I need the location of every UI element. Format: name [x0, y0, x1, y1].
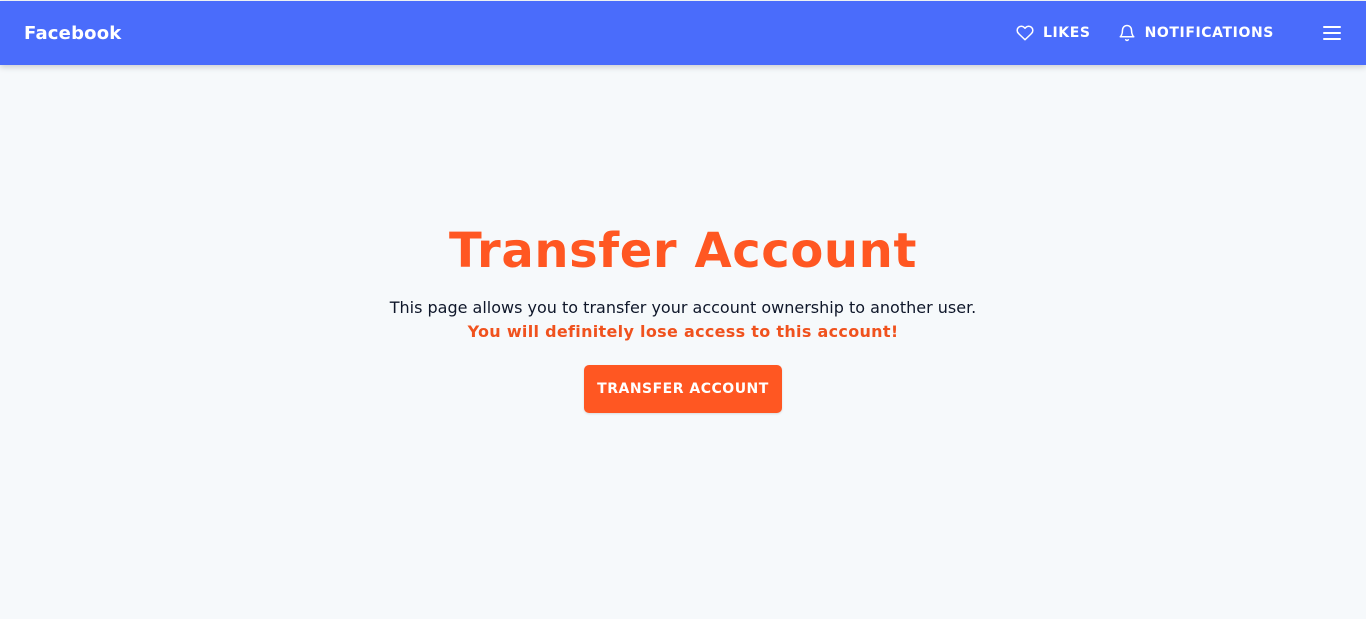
- top-navbar: Facebook LIKES NOTIFICATIONS: [0, 1, 1366, 65]
- menu-button[interactable]: [1318, 19, 1346, 47]
- warning-text: You will definitely lose access to this …: [467, 322, 899, 341]
- nav-links: LIKES NOTIFICATIONS: [1016, 19, 1342, 47]
- heart-icon: [1016, 25, 1034, 41]
- main-content: Transfer Account This page allows you to…: [0, 65, 1366, 619]
- likes-label: LIKES: [1042, 25, 1091, 41]
- page-title: Transfer Account: [448, 223, 917, 279]
- likes-link[interactable]: LIKES: [1016, 24, 1091, 42]
- page-description: This page allows you to transfer your ac…: [389, 298, 977, 317]
- brand-link[interactable]: Facebook: [24, 23, 121, 44]
- hamburger-menu-icon: [1323, 26, 1341, 40]
- notifications-label: NOTIFICATIONS: [1144, 25, 1274, 41]
- transfer-account-button[interactable]: TRANSFER ACCOUNT: [584, 365, 782, 413]
- bell-icon: [1119, 24, 1135, 42]
- notifications-link[interactable]: NOTIFICATIONS: [1118, 24, 1274, 42]
